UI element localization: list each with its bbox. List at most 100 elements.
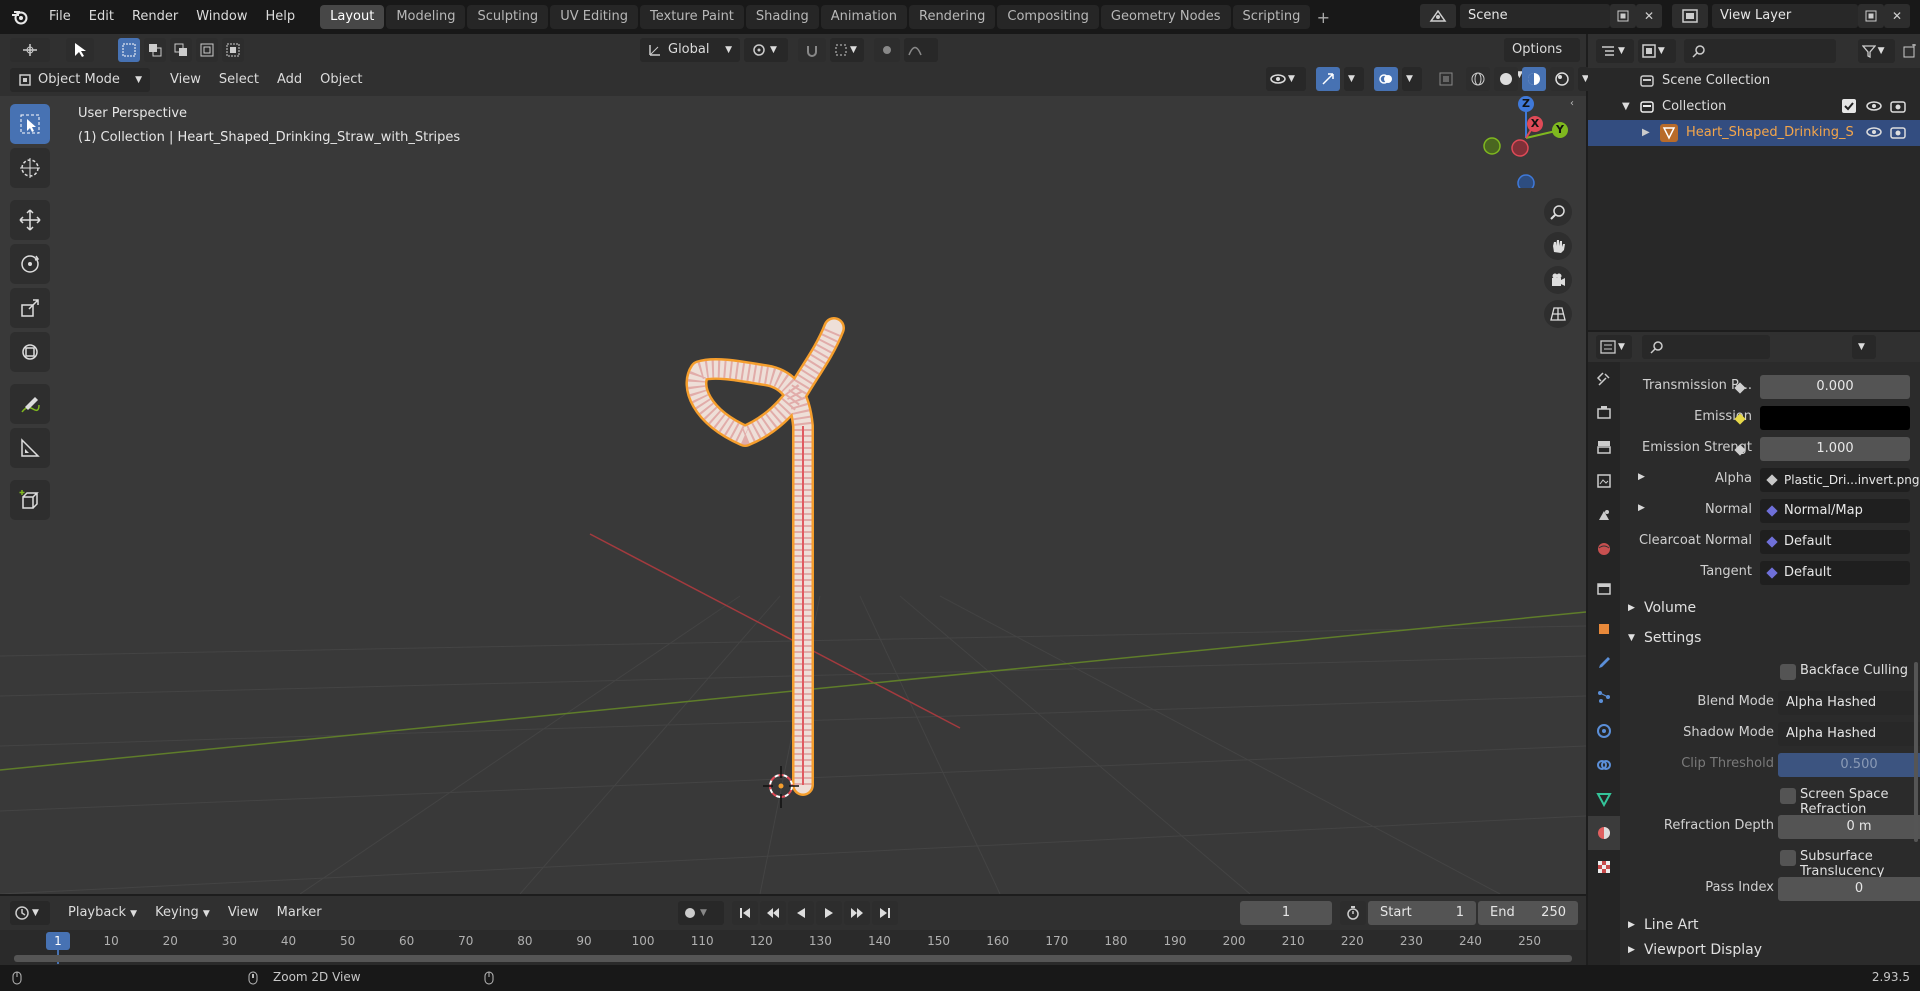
shading-solid-icon[interactable] — [1494, 67, 1518, 91]
rotate-tool-icon[interactable] — [10, 244, 50, 284]
tab-animation[interactable]: Animation — [820, 5, 907, 29]
gizmo-z-axis[interactable]: Z — [1518, 96, 1534, 112]
data-tab-icon[interactable] — [1588, 782, 1620, 816]
tab-shading[interactable]: Shading — [745, 5, 819, 29]
options-dropdown[interactable]: Options ▼ — [1504, 38, 1580, 80]
settings-section-header[interactable]: ▼ Settings — [1620, 623, 1920, 653]
menu-marker[interactable]: Marker — [269, 901, 330, 925]
checkbox-icon[interactable] — [1842, 99, 1856, 113]
proportional-falloff-dropdown[interactable] — [904, 38, 938, 62]
delete-view-layer-icon[interactable]: ✕ — [1884, 4, 1910, 28]
clip-threshold-slider[interactable]: 0.500 — [1778, 753, 1920, 777]
eye-icon[interactable] — [1866, 125, 1882, 139]
normal-link-field[interactable]: Normal/Map — [1760, 499, 1910, 523]
expand-arrow-icon[interactable]: ▶ — [1642, 120, 1660, 146]
overlays-toggle-icon[interactable] — [1374, 67, 1398, 91]
menu-timeline-view[interactable]: View — [220, 901, 267, 925]
properties-scrollbar[interactable] — [1914, 662, 1918, 842]
select-extend-icon[interactable] — [144, 38, 166, 62]
display-mode-dropdown[interactable]: ▼ — [1637, 39, 1676, 63]
alpha-link-field[interactable]: Plastic_Dri...invert.png — [1760, 468, 1919, 492]
subsurface-translucency-checkbox[interactable] — [1780, 850, 1796, 866]
jump-to-keyframe-forward-icon[interactable] — [844, 901, 870, 925]
perspective-toggle-icon[interactable] — [1544, 300, 1572, 328]
tab-scripting[interactable]: Scripting — [1232, 5, 1311, 29]
current-frame-field[interactable]: 1 — [1240, 901, 1332, 925]
select-new-icon[interactable] — [118, 38, 140, 62]
select-box-tool-icon[interactable] — [10, 104, 50, 144]
tab-texture-paint[interactable]: Texture Paint — [640, 5, 744, 29]
menu-render[interactable]: Render — [123, 0, 187, 34]
view-layer-tab-icon[interactable] — [1588, 464, 1620, 498]
pivot-point-dropdown[interactable]: ▼ — [744, 38, 788, 62]
jump-to-end-icon[interactable] — [872, 901, 898, 925]
zoom-icon[interactable] — [1544, 198, 1572, 226]
add-cube-tool-icon[interactable] — [10, 480, 50, 520]
transform-orientation-dropdown[interactable]: Global ▼ — [640, 38, 740, 62]
view-layer-name-field[interactable]: View Layer — [1712, 4, 1858, 28]
new-collection-icon[interactable] — [1899, 39, 1920, 63]
delete-scene-icon[interactable]: ✕ — [1636, 4, 1662, 28]
menu-add[interactable]: Add — [269, 68, 310, 92]
gizmo-y-axis[interactable]: Y — [1552, 122, 1568, 138]
output-tab-icon[interactable] — [1588, 430, 1620, 464]
shading-rendered-icon[interactable] — [1550, 67, 1574, 91]
play-icon[interactable] — [816, 901, 842, 925]
tab-sculpting[interactable]: Sculpting — [467, 5, 549, 29]
start-frame-field[interactable]: Start 1 — [1368, 901, 1476, 925]
select-subtract-icon[interactable] — [170, 38, 192, 62]
snap-target-dropdown[interactable]: ▼ — [830, 38, 864, 62]
tool-tab-icon[interactable] — [1588, 362, 1620, 396]
camera-view-icon[interactable] — [1544, 266, 1572, 294]
select-intersect-icon[interactable] — [222, 38, 244, 62]
stopwatch-icon[interactable] — [1340, 901, 1366, 925]
overlays-dropdown[interactable]: ▼ — [1402, 67, 1422, 91]
menu-window[interactable]: Window — [187, 0, 256, 34]
scene-name-field[interactable]: Scene — [1460, 4, 1610, 28]
snap-toggle-icon[interactable] — [798, 38, 826, 62]
jump-to-start-icon[interactable] — [732, 901, 758, 925]
jump-to-keyframe-back-icon[interactable] — [760, 901, 786, 925]
move-tool-icon[interactable] — [10, 200, 50, 240]
blend-mode-dropdown[interactable]: Alpha Hashed▼ — [1778, 691, 1920, 715]
pan-hand-icon[interactable] — [1544, 232, 1572, 260]
new-scene-icon[interactable] — [1610, 4, 1636, 28]
emission-strength-value[interactable]: 1.000 — [1760, 437, 1910, 461]
object-tab-icon[interactable] — [1588, 612, 1620, 646]
mode-dropdown[interactable]: Object Mode ▼ — [10, 68, 150, 92]
menu-object[interactable]: Object — [312, 68, 370, 92]
refraction-depth-field[interactable]: 0 m — [1778, 815, 1920, 839]
proportional-editing-icon[interactable] — [874, 38, 900, 62]
transform-tool-icon[interactable] — [10, 332, 50, 372]
shading-material-preview-icon[interactable] — [1522, 67, 1546, 91]
menu-help[interactable]: Help — [257, 0, 305, 34]
3d-viewport[interactable]: User Perspective (1) Collection | Heart_… — [0, 96, 1586, 894]
camera-render-icon[interactable] — [1890, 99, 1906, 113]
backface-culling-checkbox[interactable] — [1780, 664, 1796, 680]
auto-keying-dropdown[interactable]: ▼ — [678, 901, 724, 925]
pass-index-field[interactable]: 0 — [1778, 877, 1920, 901]
annotate-tool-icon[interactable] — [10, 384, 50, 424]
end-frame-field[interactable]: End 250 — [1478, 901, 1578, 925]
properties-search-input[interactable] — [1642, 335, 1770, 359]
tab-layout[interactable]: Layout — [320, 5, 385, 29]
menu-edit[interactable]: Edit — [80, 0, 123, 34]
outliner-row-scene-collection[interactable]: Scene Collection — [1588, 68, 1920, 94]
eye-icon[interactable] — [1866, 99, 1882, 113]
screen-space-refraction-checkbox[interactable] — [1780, 788, 1796, 804]
select-tool-mode-icon[interactable] — [66, 38, 94, 62]
shadow-mode-dropdown[interactable]: Alpha Hashed▼ — [1778, 722, 1920, 746]
properties-editor-type-icon[interactable]: ▼ — [1596, 335, 1632, 359]
menu-select[interactable]: Select — [211, 68, 267, 92]
visibility-dropdown[interactable]: ▼ — [1266, 67, 1306, 91]
add-workspace-icon[interactable]: + — [1312, 8, 1334, 27]
material-tab-icon[interactable] — [1588, 816, 1620, 850]
navigation-gizmo[interactable]: Z Y X — [1476, 96, 1576, 188]
menu-playback[interactable]: Playback ▼ — [60, 901, 145, 925]
tab-uv-editing[interactable]: UV Editing — [550, 5, 639, 29]
expand-arrow-icon[interactable]: ▶ — [1638, 472, 1645, 482]
shading-wireframe-icon[interactable] — [1466, 67, 1490, 91]
timeline-editor-type-icon[interactable]: ▼ — [10, 901, 50, 925]
clearcoat-normal-link-field[interactable]: Default — [1760, 530, 1910, 554]
properties-options-dropdown[interactable]: ▼ — [1852, 335, 1876, 359]
